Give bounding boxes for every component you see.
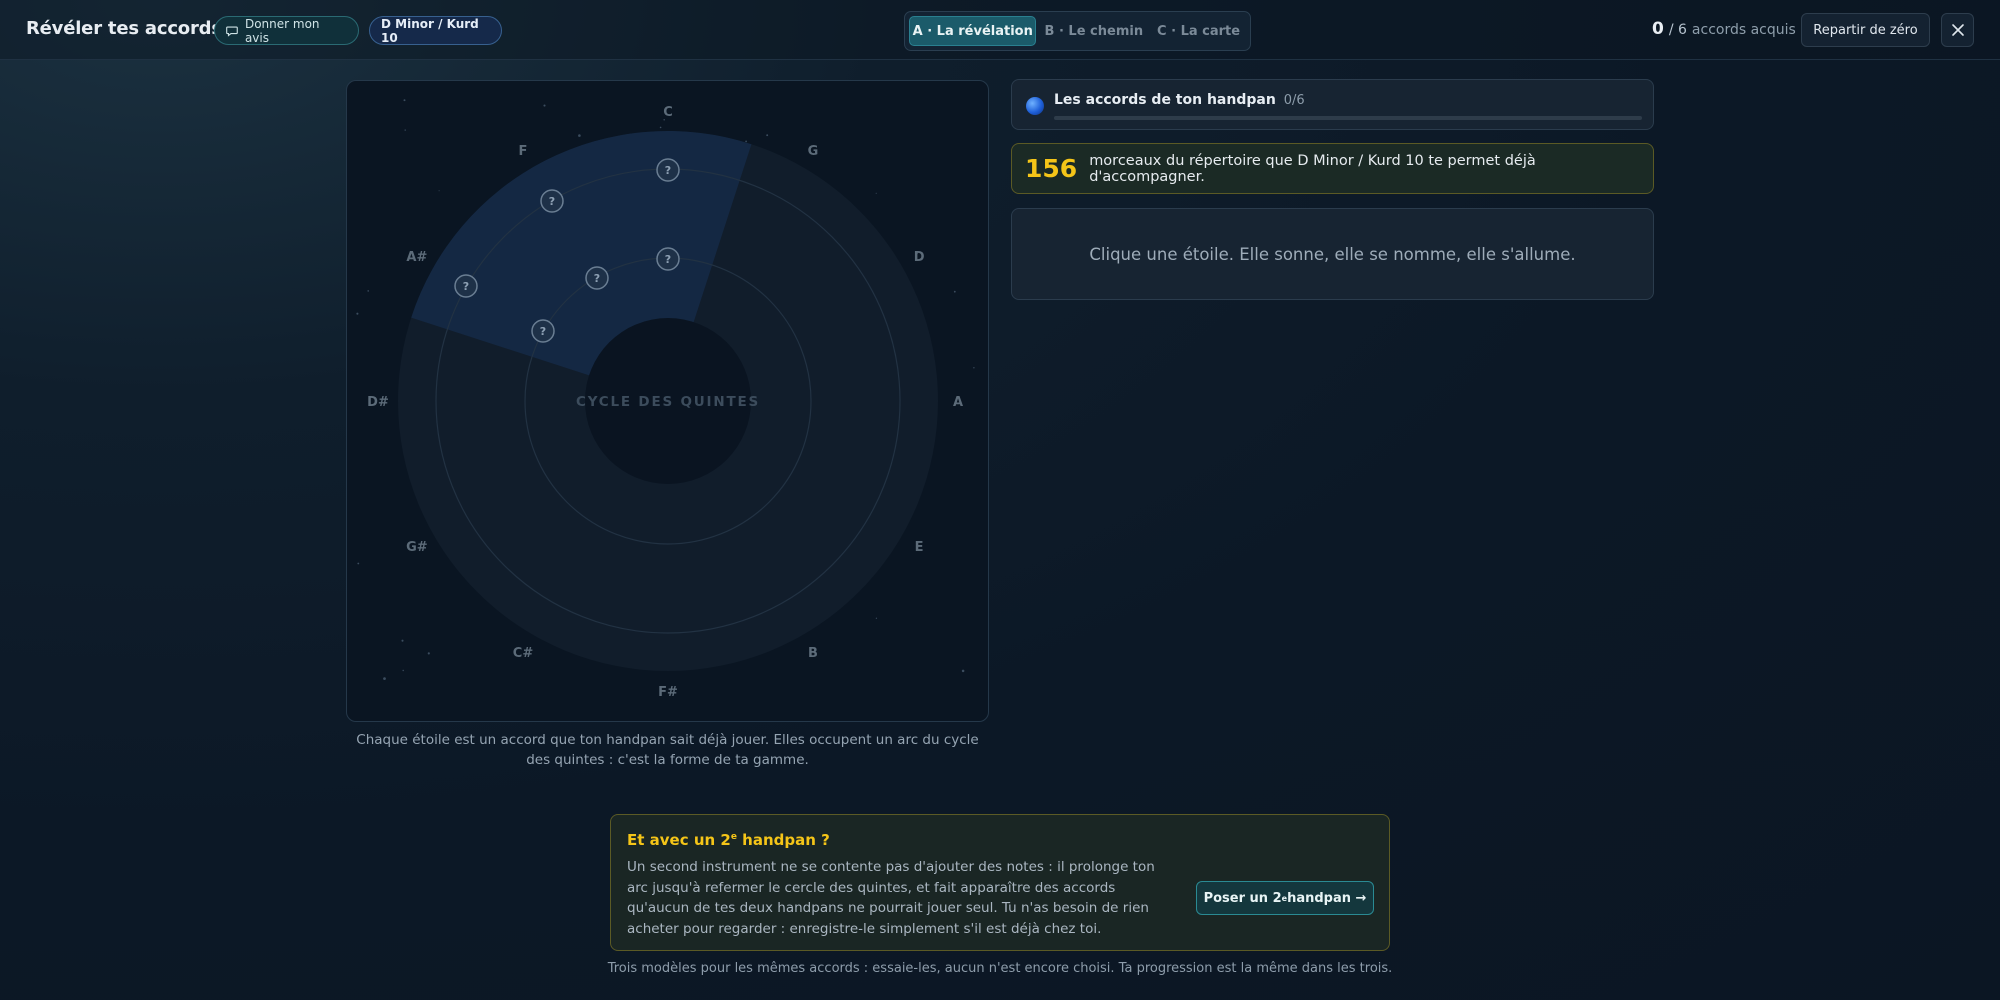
note-label-b: B [808,646,818,661]
dust-dot [745,140,747,143]
dust-dot [659,126,662,129]
dust-dot [357,562,360,565]
dust-dot [383,677,386,680]
chord-star-marker: ? [549,195,555,208]
hint-card: Clique une étoile. Elle sonne, elle se n… [1011,208,1654,300]
second-title-pre: Et avec un 2 [627,831,731,849]
chord-star[interactable]: ? [540,189,564,213]
footer-note: Trois modèles pour les mêmes accords : e… [607,961,1393,976]
dust-dot [404,129,406,131]
chords-card: Les accords de ton handpan 0/6 [1011,79,1654,130]
orb-icon [1026,97,1044,115]
dust-dot [427,652,430,655]
dust-dot [403,99,406,102]
acquired-counter: 0 / 6 accords acquis [1652,19,1796,39]
chord-star-marker: ? [463,280,469,293]
circle-caption: Chaque étoile est un accord que ton hand… [356,732,979,768]
second-handpan-title: Et avec un 2e handpan ? [627,831,830,849]
second-title-post: handpan ? [736,831,830,849]
chord-star[interactable]: ? [585,266,609,290]
circle-of-fifths: CYCLE DES QUINTES C G D A E B F# C# G# D# A# F ????… [356,99,975,700]
chord-star-marker: ? [665,164,671,177]
second-btn-post: handpan → [1287,890,1367,906]
note-label-gsharp: G# [406,540,428,555]
chord-star[interactable]: ? [656,247,680,271]
second-handpan-text: Un second instrument ne se contente pas … [627,859,1155,937]
repertoire-number: 156 [1025,154,1078,183]
note-label-f: F [519,144,528,159]
center-label: CYCLE DES QUINTES [576,394,760,410]
note-label-e: E [915,540,924,555]
acquired-total: / 6 [1668,22,1687,38]
dust-dot [961,669,965,673]
note-label-d: D [914,250,925,265]
feedback-label: Donner mon avis [244,16,320,45]
top-bar: Révéler tes accords Donner mon avis D Mi… [0,0,2000,60]
close-button[interactable] [1941,13,1974,47]
dust-dot [367,290,370,292]
chat-bubble-icon [226,25,238,37]
scale-label: D Minor / Kurd 10 [381,16,479,45]
acquired-count: 0 [1652,19,1664,39]
second-btn-pre: Poser un 2 [1203,890,1282,906]
note-label-asharp: A# [406,250,427,265]
tab-revelation[interactable]: A · La révélation [909,16,1037,46]
tab-carte[interactable]: C · La carte [1151,16,1246,46]
dust-dot [543,104,546,107]
tab-carte-label: C · La carte [1157,23,1241,39]
chords-count: 0/6 [1283,93,1305,108]
close-icon [1951,24,1964,36]
dust-dot [953,290,956,293]
chords-progress-bar [1054,116,1642,120]
acquired-label: accords acquis [1691,22,1796,38]
tab-chemin-label: B · Le chemin [1044,23,1144,39]
circle-of-fifths-panel: CYCLE DES QUINTES C G D A E B F# C# G# D# A# F ????… [346,80,989,722]
dust-dot [875,617,878,619]
scale-selector-button[interactable]: D Minor / Kurd 10 [369,16,502,45]
reset-button[interactable]: Repartir de zéro [1801,13,1930,47]
dust-dot [875,192,877,194]
dust-dot [973,367,975,369]
feedback-button[interactable]: Donner mon avis [214,16,359,45]
chord-star[interactable]: ? [656,158,680,182]
note-label-csharp: C# [513,646,534,661]
dust-dot [356,312,359,315]
dust-dot [401,639,404,642]
dust-dot [766,134,769,137]
reset-label: Repartir de zéro [1813,22,1918,38]
mode-tabs: A · La révélation B · Le chemin C · La c… [904,11,1251,51]
tab-revelation-label: A · La révélation [912,23,1033,39]
dust-dot [578,134,581,137]
repertoire-card: 156 morceaux du répertoire que D Minor /… [1011,143,1654,194]
add-second-handpan-button[interactable]: Poser un 2e handpan → [1196,881,1374,915]
chord-star-marker: ? [594,272,600,285]
dust-dot [438,190,440,192]
chords-card-title: Les accords de ton handpan 0/6 [1054,92,1305,108]
chord-star[interactable]: ? [454,274,478,298]
second-handpan-box: Et avec un 2e handpan ? Un second instru… [610,814,1390,951]
tab-chemin[interactable]: B · Le chemin [1040,16,1147,46]
note-label-c: C [663,105,673,120]
chord-star-marker: ? [540,325,546,338]
note-label-fsharp: F# [658,685,678,700]
note-label-a: A [953,395,963,410]
note-label-g: G [808,144,819,159]
chord-star[interactable]: ? [531,319,555,343]
page-title: Révéler tes accords [26,18,222,39]
hint-text: Clique une étoile. Elle sonne, elle se n… [1089,244,1576,264]
repertoire-text: morceaux du répertoire que D Minor / Kur… [1089,152,1536,185]
chord-star-marker: ? [665,253,671,266]
chords-title-text: Les accords de ton handpan [1054,92,1276,108]
note-label-dsharp: D# [367,395,389,410]
dust-dot [402,669,404,672]
